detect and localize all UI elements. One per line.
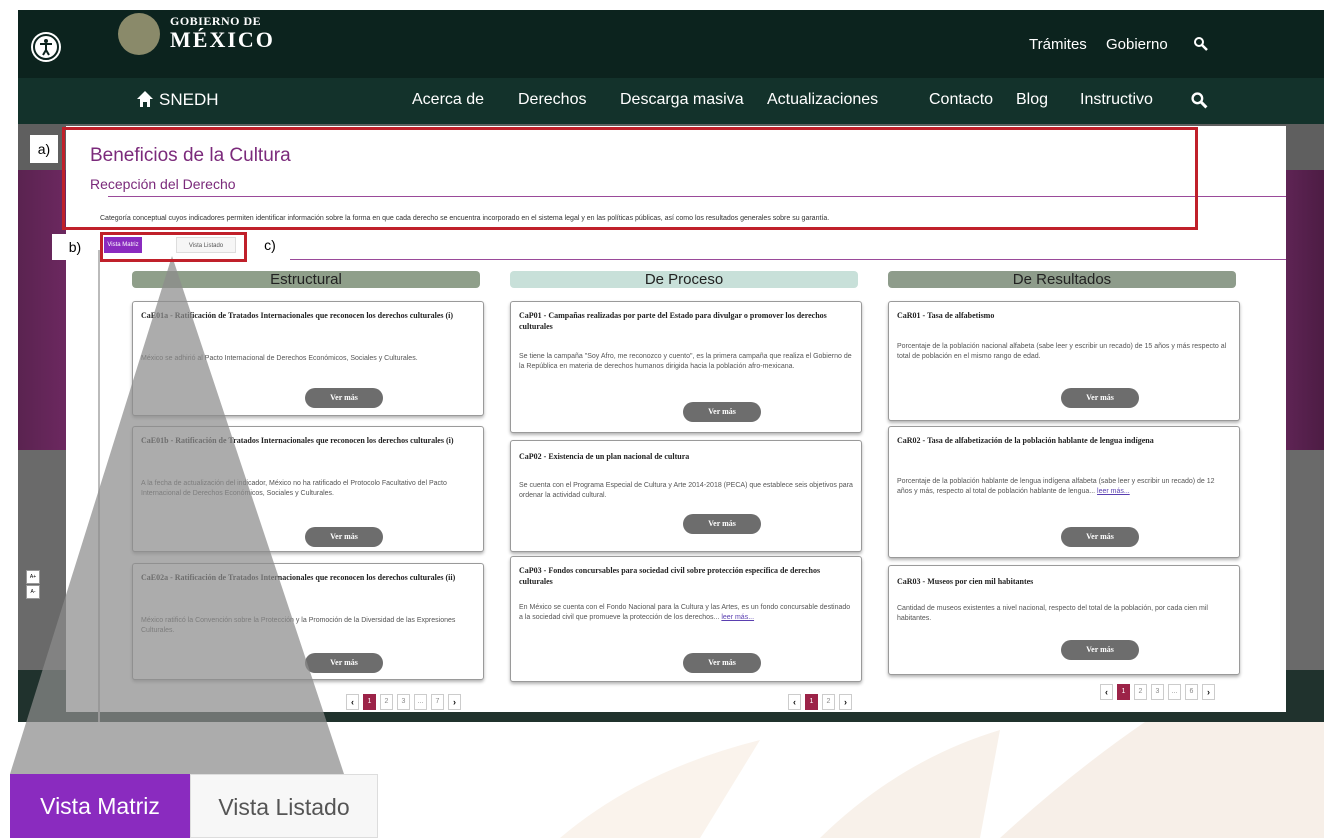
annotation-label-c: c)	[255, 232, 285, 258]
zoomed-tab-vista-listado[interactable]: Vista Listado	[190, 774, 378, 838]
zoomed-tab-vista-matriz[interactable]: Vista Matriz	[10, 774, 190, 838]
zoom-callout-triangle	[10, 256, 344, 774]
annotation-box-b	[100, 232, 247, 262]
annotation-label-b: b)	[52, 234, 98, 260]
annotation-label-a: a)	[30, 135, 58, 163]
annotation-box-a	[62, 127, 1198, 230]
